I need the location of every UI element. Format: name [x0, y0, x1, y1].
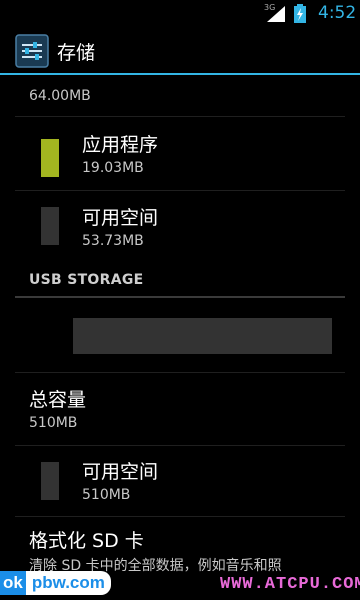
divider	[15, 445, 345, 446]
section-header-usb: USB STORAGE	[29, 272, 144, 288]
available-value: 53.73MB	[82, 233, 144, 249]
usb-available-label: 可用空间	[82, 461, 159, 483]
format-sd-label: 格式化 SD 卡	[29, 530, 144, 552]
watermark-site: pbw.com	[25, 571, 111, 595]
divider	[15, 116, 345, 117]
section-divider	[15, 296, 345, 298]
usb-available-value: 510MB	[82, 487, 131, 503]
status-bar: 3G 4:52	[0, 0, 360, 25]
signal-icon	[267, 6, 285, 22]
divider	[15, 516, 345, 517]
clock: 4:52	[318, 3, 357, 23]
available-color-swatch	[41, 207, 59, 245]
watermark-okpbw: ok pbw.com	[0, 570, 111, 596]
apps-color-swatch	[41, 139, 59, 177]
apps-label: 应用程序	[82, 134, 159, 156]
watermark-atcpu: WWW.ATCPU.COM	[220, 575, 360, 594]
partial-total-value: 64.00MB	[29, 88, 91, 104]
divider	[15, 190, 345, 191]
usb-available-color-swatch	[41, 462, 59, 500]
usb-usage-bar	[73, 318, 332, 354]
available-label: 可用空间	[82, 207, 159, 229]
total-capacity-label: 总容量	[29, 389, 87, 411]
divider	[15, 372, 345, 373]
settings-sliders-icon[interactable]	[15, 34, 49, 68]
apps-value: 19.03MB	[82, 160, 144, 176]
action-bar: 存储	[0, 25, 360, 75]
battery-charging-icon	[294, 4, 306, 23]
page-title: 存储	[57, 42, 96, 64]
total-capacity-value: 510MB	[29, 415, 78, 431]
watermark-badge: ok	[0, 571, 26, 595]
